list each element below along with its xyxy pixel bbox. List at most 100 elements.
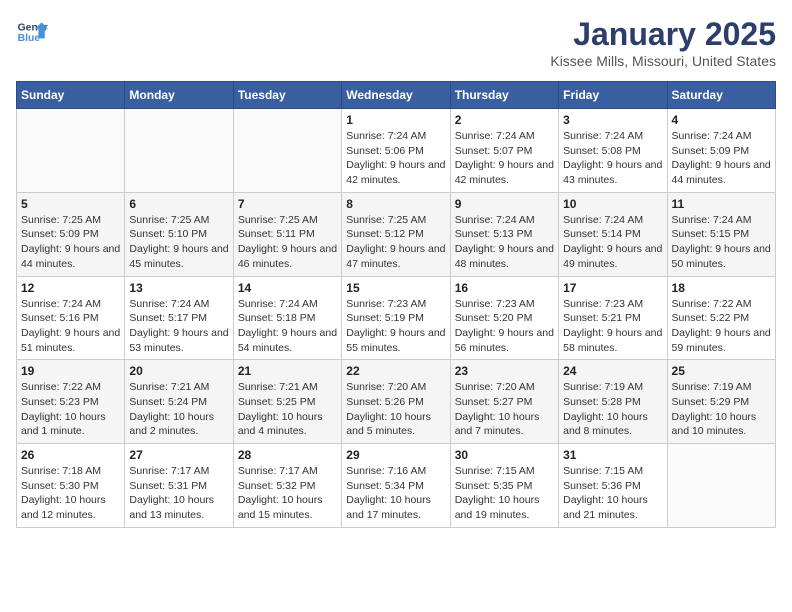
day-info: Sunrise: 7:21 AM Sunset: 5:25 PM Dayligh…	[238, 380, 337, 439]
day-number: 30	[455, 448, 554, 462]
weekday-header-saturday: Saturday	[667, 82, 775, 109]
day-info: Sunrise: 7:24 AM Sunset: 5:14 PM Dayligh…	[563, 213, 662, 272]
day-info: Sunrise: 7:18 AM Sunset: 5:30 PM Dayligh…	[21, 464, 120, 523]
calendar-week-5: 26Sunrise: 7:18 AM Sunset: 5:30 PM Dayli…	[17, 444, 776, 528]
day-number: 4	[672, 113, 771, 127]
calendar-week-2: 5 Sunrise: 7:25 AM Sunset: 5:09 PM Daylig…	[17, 192, 776, 276]
day-number: 18	[672, 281, 771, 295]
day-number: 25	[672, 364, 771, 378]
month-title: January 2025	[550, 16, 776, 53]
calendar-cell	[125, 109, 233, 193]
calendar-cell: 26Sunrise: 7:18 AM Sunset: 5:30 PM Dayli…	[17, 444, 125, 528]
calendar-cell: 15 Sunrise: 7:23 AM Sunset: 5:19 PM Dayli…	[342, 276, 450, 360]
calendar-cell: 9 Sunrise: 7:24 AM Sunset: 5:13 PM Daylig…	[450, 192, 558, 276]
day-number: 11	[672, 197, 771, 211]
day-info: Sunrise: 7:23 AM Sunset: 5:19 PM Dayligh…	[346, 297, 445, 356]
calendar-cell	[233, 109, 341, 193]
day-info: Sunrise: 7:24 AM Sunset: 5:16 PM Dayligh…	[21, 297, 120, 356]
calendar-table: SundayMondayTuesdayWednesdayThursdayFrid…	[16, 81, 776, 528]
day-number: 13	[129, 281, 228, 295]
day-info: Sunrise: 7:24 AM Sunset: 5:18 PM Dayligh…	[238, 297, 337, 356]
calendar-cell: 30 Sunrise: 7:15 AM Sunset: 5:35 PM Dayli…	[450, 444, 558, 528]
day-number: 28	[238, 448, 337, 462]
day-info: Sunrise: 7:24 AM Sunset: 5:17 PM Dayligh…	[129, 297, 228, 356]
day-info: Sunrise: 7:25 AM Sunset: 5:09 PM Dayligh…	[21, 213, 120, 272]
calendar-cell: 5 Sunrise: 7:25 AM Sunset: 5:09 PM Daylig…	[17, 192, 125, 276]
calendar-cell: 14 Sunrise: 7:24 AM Sunset: 5:18 PM Dayli…	[233, 276, 341, 360]
day-number: 19	[21, 364, 120, 378]
day-info: Sunrise: 7:15 AM Sunset: 5:36 PM Dayligh…	[563, 464, 662, 523]
day-info: Sunrise: 7:25 AM Sunset: 5:10 PM Dayligh…	[129, 213, 228, 272]
day-number: 1	[346, 113, 445, 127]
calendar-cell: 11Sunrise: 7:24 AM Sunset: 5:15 PM Dayli…	[667, 192, 775, 276]
day-info: Sunrise: 7:24 AM Sunset: 5:08 PM Dayligh…	[563, 129, 662, 188]
day-info: Sunrise: 7:23 AM Sunset: 5:21 PM Dayligh…	[563, 297, 662, 356]
day-info: Sunrise: 7:17 AM Sunset: 5:32 PM Dayligh…	[238, 464, 337, 523]
day-number: 29	[346, 448, 445, 462]
logo: General Blue General Blue	[16, 16, 48, 48]
svg-text:Blue: Blue	[18, 33, 41, 44]
day-info: Sunrise: 7:22 AM Sunset: 5:23 PM Dayligh…	[21, 380, 120, 439]
day-info: Sunrise: 7:20 AM Sunset: 5:26 PM Dayligh…	[346, 380, 445, 439]
day-number: 15	[346, 281, 445, 295]
day-number: 16	[455, 281, 554, 295]
title-block: January 2025 Kissee Mills, Missouri, Uni…	[550, 16, 776, 69]
calendar-cell: 8Sunrise: 7:25 AM Sunset: 5:12 PM Daylig…	[342, 192, 450, 276]
calendar-cell: 21Sunrise: 7:21 AM Sunset: 5:25 PM Dayli…	[233, 360, 341, 444]
day-info: Sunrise: 7:16 AM Sunset: 5:34 PM Dayligh…	[346, 464, 445, 523]
weekday-header-thursday: Thursday	[450, 82, 558, 109]
day-number: 22	[346, 364, 445, 378]
day-info: Sunrise: 7:19 AM Sunset: 5:29 PM Dayligh…	[672, 380, 771, 439]
calendar-week-4: 19 Sunrise: 7:22 AM Sunset: 5:23 PM Dayli…	[17, 360, 776, 444]
day-number: 23	[455, 364, 554, 378]
calendar-cell: 6 Sunrise: 7:25 AM Sunset: 5:10 PM Daylig…	[125, 192, 233, 276]
logo-icon: General Blue	[16, 16, 48, 48]
calendar-cell: 27 Sunrise: 7:17 AM Sunset: 5:31 PM Dayli…	[125, 444, 233, 528]
calendar-cell: 18 Sunrise: 7:22 AM Sunset: 5:22 PM Dayli…	[667, 276, 775, 360]
day-number: 9	[455, 197, 554, 211]
weekday-header-sunday: Sunday	[17, 82, 125, 109]
day-number: 3	[563, 113, 662, 127]
weekday-header-friday: Friday	[559, 82, 667, 109]
calendar-cell: 16Sunrise: 7:23 AM Sunset: 5:20 PM Dayli…	[450, 276, 558, 360]
calendar-cell: 13 Sunrise: 7:24 AM Sunset: 5:17 PM Dayli…	[125, 276, 233, 360]
calendar-cell: 2 Sunrise: 7:24 AM Sunset: 5:07 PM Daylig…	[450, 109, 558, 193]
day-info: Sunrise: 7:24 AM Sunset: 5:07 PM Dayligh…	[455, 129, 554, 188]
day-info: Sunrise: 7:17 AM Sunset: 5:31 PM Dayligh…	[129, 464, 228, 523]
calendar-cell: 25 Sunrise: 7:19 AM Sunset: 5:29 PM Dayli…	[667, 360, 775, 444]
day-number: 5	[21, 197, 120, 211]
day-info: Sunrise: 7:22 AM Sunset: 5:22 PM Dayligh…	[672, 297, 771, 356]
calendar-cell: 31 Sunrise: 7:15 AM Sunset: 5:36 PM Dayli…	[559, 444, 667, 528]
day-info: Sunrise: 7:21 AM Sunset: 5:24 PM Dayligh…	[129, 380, 228, 439]
day-info: Sunrise: 7:15 AM Sunset: 5:35 PM Dayligh…	[455, 464, 554, 523]
day-number: 7	[238, 197, 337, 211]
calendar-cell: 24Sunrise: 7:19 AM Sunset: 5:28 PM Dayli…	[559, 360, 667, 444]
day-info: Sunrise: 7:24 AM Sunset: 5:13 PM Dayligh…	[455, 213, 554, 272]
calendar-cell: 20Sunrise: 7:21 AM Sunset: 5:24 PM Dayli…	[125, 360, 233, 444]
day-info: Sunrise: 7:20 AM Sunset: 5:27 PM Dayligh…	[455, 380, 554, 439]
day-number: 17	[563, 281, 662, 295]
day-number: 10	[563, 197, 662, 211]
location-subtitle: Kissee Mills, Missouri, United States	[550, 53, 776, 69]
day-number: 31	[563, 448, 662, 462]
weekday-header-monday: Monday	[125, 82, 233, 109]
calendar-cell: 22 Sunrise: 7:20 AM Sunset: 5:26 PM Dayli…	[342, 360, 450, 444]
calendar-cell: 3 Sunrise: 7:24 AM Sunset: 5:08 PM Daylig…	[559, 109, 667, 193]
day-number: 2	[455, 113, 554, 127]
day-info: Sunrise: 7:25 AM Sunset: 5:12 PM Dayligh…	[346, 213, 445, 272]
calendar-cell: 1 Sunrise: 7:24 AM Sunset: 5:06 PM Daylig…	[342, 109, 450, 193]
calendar-cell: 12Sunrise: 7:24 AM Sunset: 5:16 PM Dayli…	[17, 276, 125, 360]
day-number: 6	[129, 197, 228, 211]
calendar-cell: 10 Sunrise: 7:24 AM Sunset: 5:14 PM Dayli…	[559, 192, 667, 276]
day-number: 24	[563, 364, 662, 378]
calendar-cell: 19 Sunrise: 7:22 AM Sunset: 5:23 PM Dayli…	[17, 360, 125, 444]
calendar-cell: 4 Sunrise: 7:24 AM Sunset: 5:09 PM Daylig…	[667, 109, 775, 193]
page-header: General Blue General Blue January 2025 K…	[16, 16, 776, 69]
day-info: Sunrise: 7:24 AM Sunset: 5:09 PM Dayligh…	[672, 129, 771, 188]
calendar-week-3: 12Sunrise: 7:24 AM Sunset: 5:16 PM Dayli…	[17, 276, 776, 360]
calendar-week-1: 1 Sunrise: 7:24 AM Sunset: 5:06 PM Daylig…	[17, 109, 776, 193]
day-number: 27	[129, 448, 228, 462]
day-number: 14	[238, 281, 337, 295]
calendar-cell: 29 Sunrise: 7:16 AM Sunset: 5:34 PM Dayli…	[342, 444, 450, 528]
day-info: Sunrise: 7:24 AM Sunset: 5:06 PM Dayligh…	[346, 129, 445, 188]
